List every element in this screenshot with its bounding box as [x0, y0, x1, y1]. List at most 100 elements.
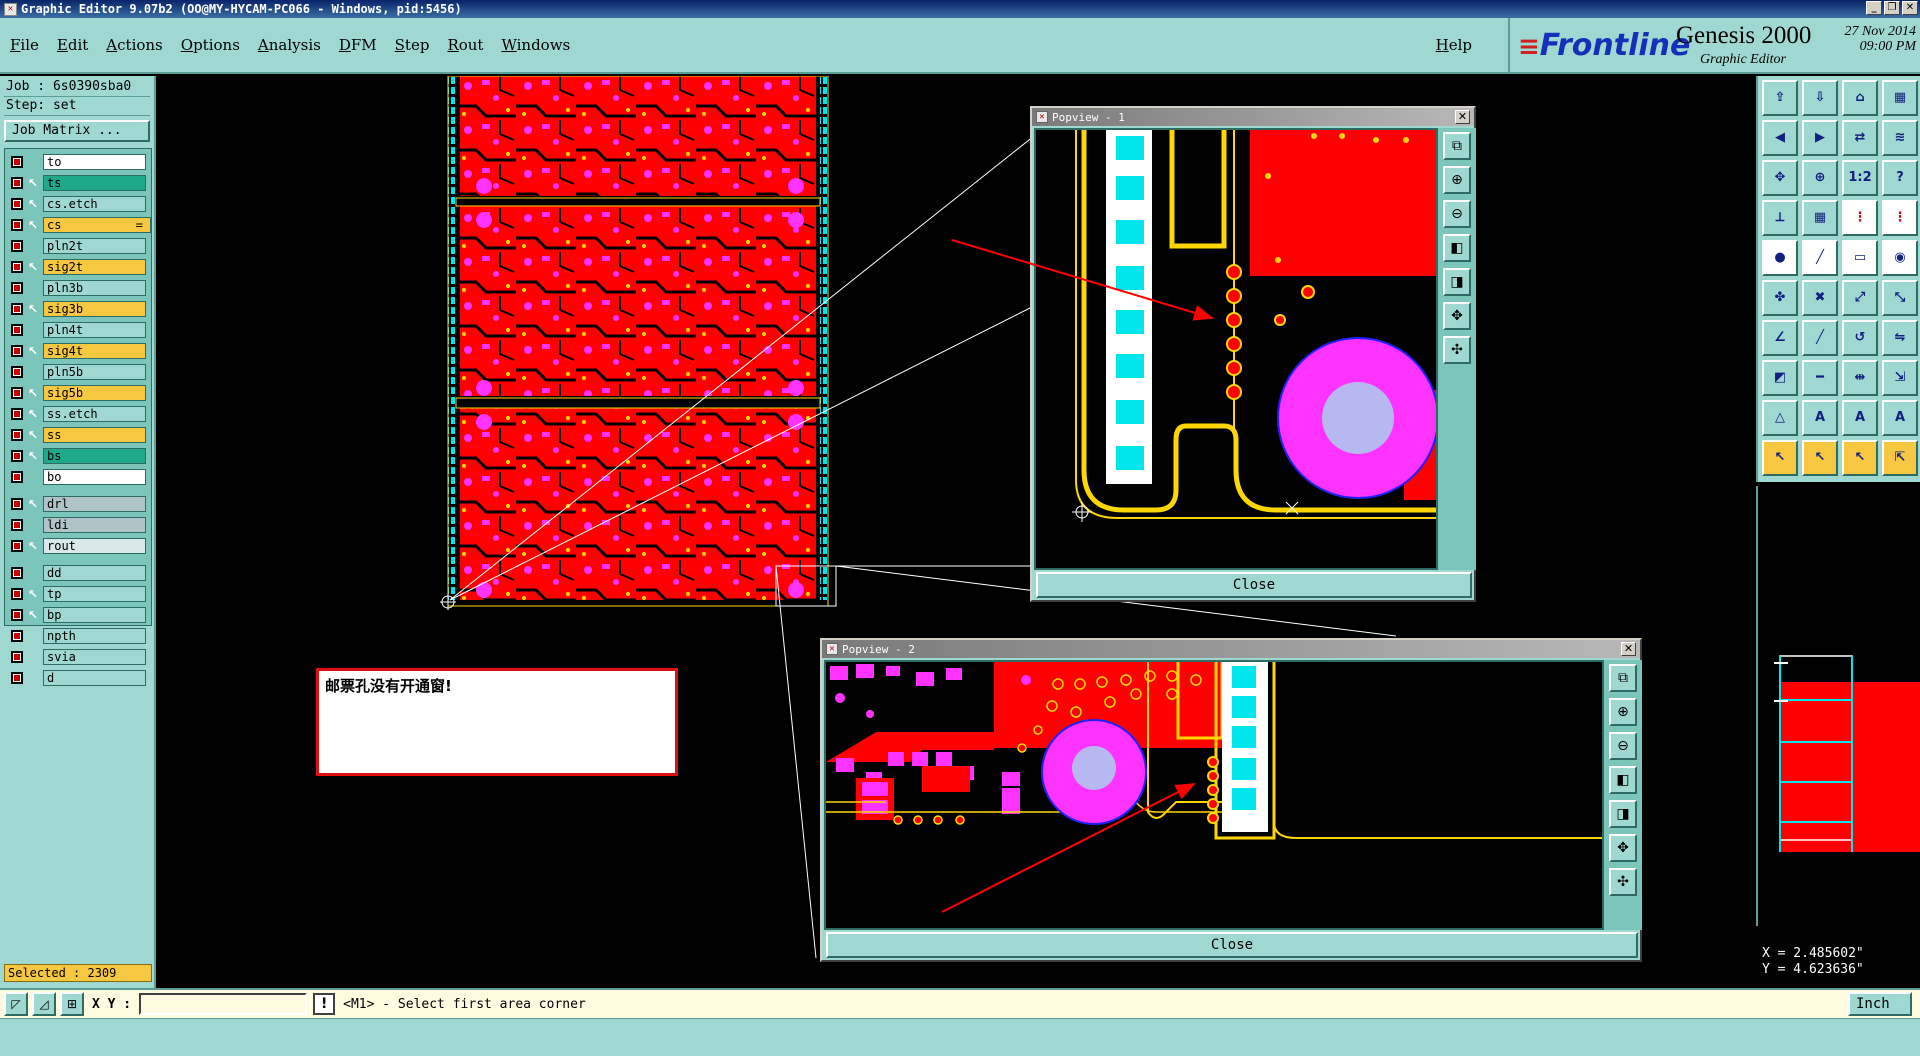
layer-visibility-checkbox[interactable]	[11, 650, 23, 663]
layers-a-icon[interactable]: ⋮	[1842, 200, 1878, 236]
affected-arrow-icon[interactable]: ↖	[26, 260, 40, 274]
popview-1-close-button[interactable]: Close	[1036, 572, 1472, 598]
affected-arrow-icon[interactable]	[26, 650, 40, 664]
affected-arrow-icon[interactable]	[26, 470, 40, 484]
layer-row-d[interactable]: d	[7, 667, 149, 688]
layer-row-pln5b[interactable]: pln5b	[7, 361, 149, 382]
layer-row-npth[interactable]: npth	[7, 625, 149, 646]
pattern-icon[interactable]: ≋	[1882, 120, 1918, 156]
layer-row-sig2t[interactable]: ↖ sig2t	[7, 256, 149, 277]
triangle-d-icon[interactable]: A	[1882, 400, 1918, 436]
close-window-button[interactable]: ✕	[1902, 1, 1918, 15]
affected-arrow-icon[interactable]: ↖	[26, 449, 40, 463]
pointer-d-icon[interactable]: ⇱	[1882, 440, 1918, 476]
layer-row-to[interactable]: to	[7, 151, 149, 172]
grid-icon[interactable]: ⊞	[60, 992, 84, 1016]
menu-step[interactable]: Step	[395, 36, 430, 54]
rotate-icon[interactable]: ↺	[1842, 320, 1878, 356]
grid-icon[interactable]: ▦	[1802, 200, 1838, 236]
menu-dfm[interactable]: DFM	[339, 36, 377, 54]
edit-line-icon[interactable]: ╱	[1802, 320, 1838, 356]
affected-arrow-icon[interactable]: ↖	[26, 407, 40, 421]
pointer-c-icon[interactable]: ↖	[1842, 440, 1878, 476]
affected-arrow-icon[interactable]: ↖	[26, 302, 40, 316]
affected-arrow-icon[interactable]	[26, 365, 40, 379]
layer-visibility-checkbox[interactable]	[11, 344, 23, 357]
layer-row-cs-etch[interactable]: ↖ cs.etch	[7, 193, 149, 214]
affected-arrow-icon[interactable]: ↖	[26, 608, 40, 622]
popview2-center-icon[interactable]: ✣	[1609, 868, 1637, 896]
popview-2-close-icon[interactable]: ✕	[1621, 642, 1636, 656]
alert-icon[interactable]: !	[313, 993, 336, 1015]
layer-row-ss[interactable]: ↖ ss	[7, 424, 149, 445]
popview2-pan-left-icon[interactable]: ◧	[1609, 766, 1637, 794]
layer-visibility-checkbox[interactable]	[11, 155, 23, 168]
layer-visibility-checkbox[interactable]	[11, 539, 23, 552]
affected-arrow-icon[interactable]	[26, 566, 40, 580]
menu-help[interactable]: Help	[1436, 36, 1472, 54]
snap-mode-icon[interactable]: ◸	[4, 992, 28, 1016]
layers-b-icon[interactable]: ⋮	[1882, 200, 1918, 236]
popview2-pan-right-icon[interactable]: ◨	[1609, 800, 1637, 828]
affected-arrow-icon[interactable]	[26, 155, 40, 169]
layer-visibility-checkbox[interactable]	[11, 239, 23, 252]
restore-button[interactable]: ❐	[1884, 1, 1900, 15]
layer-row-ldi[interactable]: ldi	[7, 514, 149, 535]
prev-icon[interactable]: ◀	[1762, 120, 1798, 156]
line-icon[interactable]: ╱	[1802, 240, 1838, 276]
layer-visibility-checkbox[interactable]	[11, 587, 23, 600]
home-icon[interactable]: ⌂	[1842, 80, 1878, 116]
popview-2-close-button[interactable]: Close	[826, 932, 1638, 958]
affected-arrow-icon[interactable]: ↖	[26, 428, 40, 442]
mirror-icon[interactable]: ⇋	[1882, 320, 1918, 356]
minimize-button[interactable]: _	[1866, 1, 1882, 15]
popview2-expand-icon[interactable]: ✥	[1609, 834, 1637, 862]
layer-row-bs[interactable]: ↖ bs	[7, 445, 149, 466]
scale-icon[interactable]: 1:2	[1842, 160, 1878, 196]
pad-icon[interactable]: ●	[1762, 240, 1798, 276]
layer-row-drl[interactable]: ↖ drl	[7, 493, 149, 514]
layer-row-dd[interactable]: dd	[7, 562, 149, 583]
layer-visibility-checkbox[interactable]	[11, 407, 23, 420]
layer-visibility-checkbox[interactable]	[11, 518, 23, 531]
layer-visibility-checkbox[interactable]	[11, 176, 23, 189]
affected-arrow-icon[interactable]: ↖	[26, 176, 40, 190]
menu-actions[interactable]: Actions	[106, 36, 162, 54]
popview-pan-left-icon[interactable]: ◧	[1443, 234, 1471, 262]
layer-row-cs[interactable]: ↖ cs =	[7, 214, 151, 235]
layer-visibility-checkbox[interactable]	[11, 260, 23, 273]
layer-visibility-checkbox[interactable]	[11, 497, 23, 510]
layer-visibility-checkbox[interactable]	[11, 449, 23, 462]
overview-minimap[interactable]	[1756, 486, 1920, 926]
ruler-icon[interactable]: ▭	[1842, 240, 1878, 276]
popview2-zoom-fit-icon[interactable]: ⧉	[1609, 664, 1637, 692]
layer-visibility-checkbox[interactable]	[11, 629, 23, 642]
popview-2-view[interactable]	[824, 660, 1604, 930]
layer-visibility-checkbox[interactable]	[11, 197, 23, 210]
affected-arrow-icon[interactable]: ↖	[26, 386, 40, 400]
units-selector[interactable]: Inch	[1848, 992, 1912, 1016]
menu-edit[interactable]: Edit	[57, 36, 88, 54]
layer-visibility-checkbox[interactable]	[11, 428, 23, 441]
job-matrix-button[interactable]: Job Matrix ...	[4, 120, 150, 142]
popview-zoom-fit-icon[interactable]: ⧉	[1443, 132, 1471, 160]
triangle-c-icon[interactable]: A	[1842, 400, 1878, 436]
minus-icon[interactable]: ━	[1802, 360, 1838, 396]
popview-1-titlebar[interactable]: ✕ Popview - 1	[1032, 108, 1474, 126]
save-icon[interactable]: ⇩	[1802, 80, 1838, 116]
layer-visibility-checkbox[interactable]	[11, 566, 23, 579]
layer-row-bo[interactable]: bo	[7, 466, 149, 487]
affected-arrow-icon[interactable]: ↖	[26, 497, 40, 511]
layer-visibility-checkbox[interactable]	[11, 608, 23, 621]
popview-zoom-out-icon[interactable]: ⊖	[1443, 200, 1471, 228]
layer-row-bp[interactable]: ↖ bp	[7, 604, 149, 625]
popview2-zoom-out-icon[interactable]: ⊖	[1609, 732, 1637, 760]
layer-visibility-checkbox[interactable]	[11, 470, 23, 483]
triangle-a-icon[interactable]: △	[1762, 400, 1798, 436]
menu-options[interactable]: Options	[181, 36, 240, 54]
layer-row-sig5b[interactable]: ↖ sig5b	[7, 382, 149, 403]
layout-icon[interactable]: ▦	[1882, 80, 1918, 116]
menu-rout[interactable]: Rout	[447, 36, 483, 54]
layer-visibility-checkbox[interactable]	[11, 323, 23, 336]
affected-arrow-icon[interactable]: ↖	[26, 539, 40, 553]
